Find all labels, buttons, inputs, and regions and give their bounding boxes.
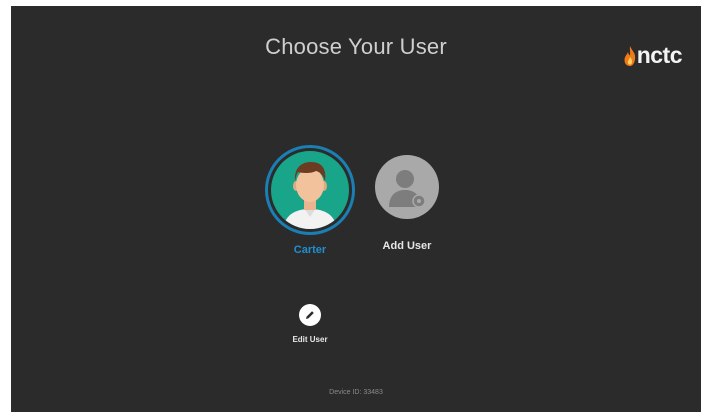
user-selection-screen: Choose Your User nctc Carter Add User Ed…: [11, 6, 701, 412]
edit-user-label[interactable]: Edit User: [281, 335, 339, 344]
edit-user-button[interactable]: Edit User: [281, 304, 339, 344]
add-user-button[interactable]: Add User: [366, 155, 448, 252]
device-id: Device ID: 33483: [329, 389, 383, 396]
add-user-avatar[interactable]: [375, 155, 439, 219]
edit-pencil-icon: [306, 311, 314, 319]
page-title: Choose Your User: [265, 34, 447, 59]
add-user-icon: [389, 170, 426, 208]
edit-user-circle[interactable]: [299, 304, 321, 326]
user-tile-carter[interactable]: Carter: [262, 145, 358, 256]
user-label-add[interactable]: Add User: [366, 240, 448, 252]
user-label-carter[interactable]: Carter: [262, 244, 358, 256]
avatar-male-icon: [283, 162, 337, 229]
avatar-selected-ring[interactable]: [265, 145, 355, 235]
nctc-logo: nctc: [623, 42, 683, 69]
flame-icon: [624, 45, 635, 66]
avatar: [271, 151, 349, 229]
logo-text: nctc: [636, 42, 683, 68]
